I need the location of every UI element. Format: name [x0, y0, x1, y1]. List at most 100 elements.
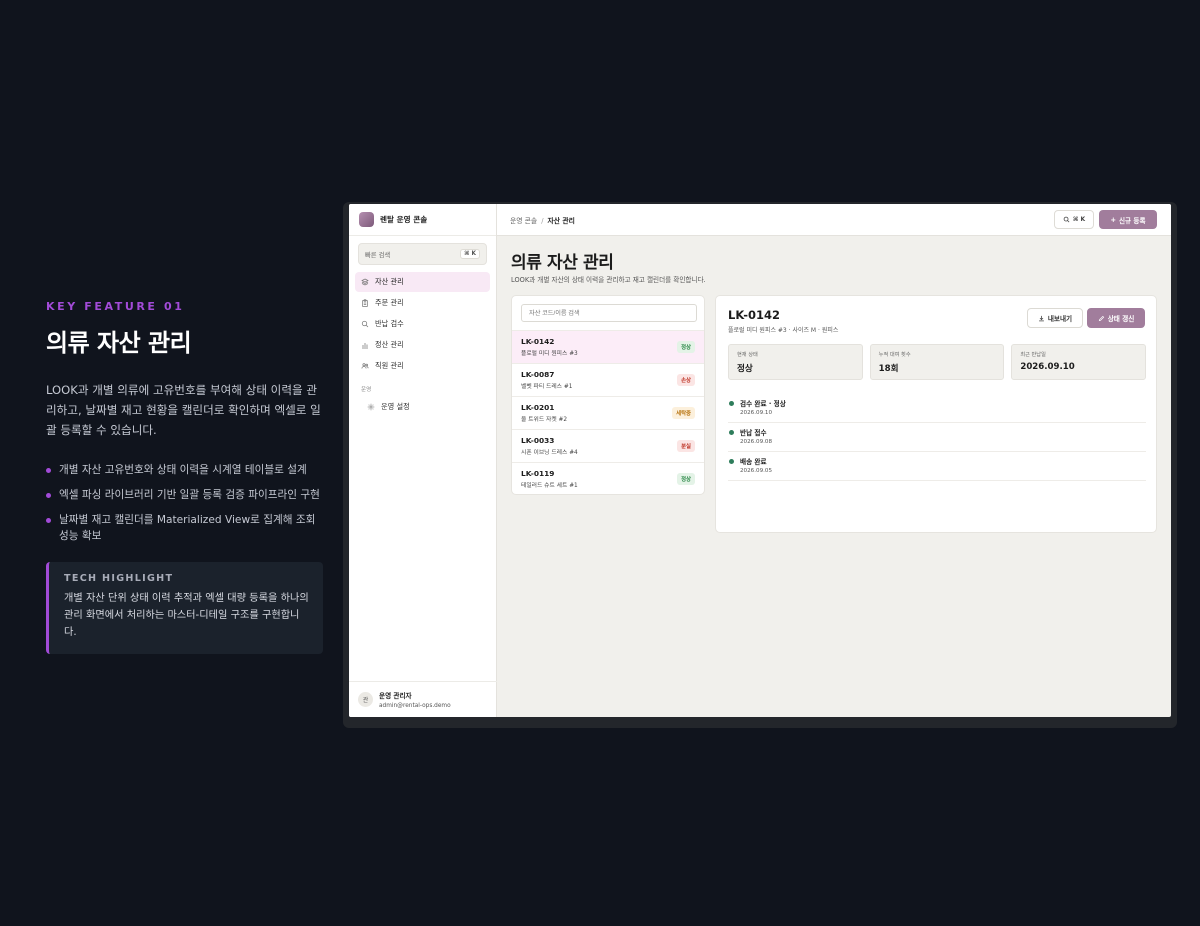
- clipboard-icon: [361, 299, 369, 307]
- status-update-button[interactable]: 상태 갱신: [1087, 308, 1145, 328]
- timeline-item: 배송 완료 2026.09.05: [728, 452, 1146, 481]
- breadcrumb-separator: /: [541, 217, 544, 225]
- sidebar-item-label: 반납 검수: [375, 319, 404, 328]
- sidebar-section-label: 운영: [361, 387, 372, 393]
- sidebar-item-assets[interactable]: 자산 관리: [355, 272, 490, 292]
- sidebar-item-staff[interactable]: 직원 관리: [355, 356, 490, 376]
- breadcrumb: 운영 콘솔 / 자산 관리: [510, 215, 575, 225]
- timeline-title: 검수 완료 · 정상: [740, 400, 786, 408]
- status-badge: 분실: [677, 440, 695, 452]
- export-label: 내보내기: [1047, 315, 1073, 323]
- feature-kicker: KEY FEATURE 01: [46, 300, 185, 313]
- list-item[interactable]: LK-0087 벨벳 파티 드레스 #1 손상: [512, 363, 704, 396]
- asset-detail: LK-0142 플로럴 미디 원피스 #3 · 사이즈 M · 원피스 내보내기…: [715, 295, 1157, 533]
- stat-value: 18회: [878, 364, 899, 374]
- status-update-label: 상태 갱신: [1107, 315, 1135, 323]
- list-item-text: LK-0033 시폰 이브닝 드레스 #4: [521, 436, 578, 456]
- list-item[interactable]: LK-0142 플로럴 미디 원피스 #3 정상: [512, 330, 704, 363]
- asset-id: LK-0142: [521, 337, 555, 346]
- list-item-text: LK-0142 플로럴 미디 원피스 #3: [521, 337, 578, 357]
- page-subtitle: LOOK과 개별 자산의 상태 이력을 관리하고 재고 캘린더를 확인합니다.: [511, 276, 706, 284]
- stat-label: 누적 대여 횟수: [878, 352, 911, 358]
- detail-subtitle: 플로럴 미디 원피스 #3 · 사이즈 M · 원피스: [728, 327, 839, 334]
- sidebar-nav: 자산 관리 주문 관리 반납 검수 정산 관리 직원 관리 운영 운영 설정: [349, 272, 496, 417]
- timeline-dot-icon: [729, 401, 734, 406]
- page-title: 의류 자산 관리: [511, 253, 614, 273]
- list-item[interactable]: LK-0033 시폰 이브닝 드레스 #4 분실: [512, 429, 704, 462]
- user-name: 운영 관리자: [379, 692, 412, 700]
- feature-description: LOOK과 개별 의류에 고유번호를 부여해 상태 이력을 관리하고, 날짜별 …: [46, 383, 321, 437]
- status-badge: 세탁중: [672, 407, 695, 419]
- status-badge: 정상: [677, 473, 695, 485]
- search-button[interactable]: ⌘ K: [1054, 210, 1094, 229]
- brand: 렌탈 운영 콘솔: [349, 204, 496, 236]
- sidebar-item-label: 직원 관리: [375, 361, 404, 370]
- feature-panel: KEY FEATURE 01 의류 자산 관리 LOOK과 개별 의류에 고유번…: [46, 300, 326, 654]
- feature-bullets: 개별 자산 고유번호와 상태 이력을 시계열 테이블로 설계 엑셀 파싱 라이브…: [46, 462, 326, 544]
- asset-rows: LK-0142 플로럴 미디 원피스 #3 정상 LK-0087 벨벳 파티 드…: [512, 330, 704, 494]
- search-icon: [1063, 216, 1070, 223]
- sidebar-item-settlement[interactable]: 정산 관리: [355, 335, 490, 355]
- timeline-date: 2026.09.08: [740, 439, 773, 445]
- asset-id: LK-0087: [521, 370, 555, 379]
- sidebar-item-settings[interactable]: 운영 설정: [355, 397, 490, 417]
- new-register-label: 신규 등록: [1118, 216, 1146, 225]
- sidebar-item-orders[interactable]: 주문 관리: [355, 293, 490, 313]
- detail-stats: 현재 상태 정상 누적 대여 횟수 18회 최근 반납일 2026.09.10: [728, 344, 1147, 380]
- quick-search-shortcut: ⌘ K: [460, 249, 480, 259]
- asset-search-input[interactable]: [521, 304, 697, 322]
- tech-highlight-description: 개별 자산 단위 상태 이력 추적과 엑셀 대량 등록을 하나의 관리 화면에서…: [64, 593, 309, 638]
- status-badge: 정상: [677, 341, 695, 353]
- sidebar-item-returns[interactable]: 반납 검수: [355, 314, 490, 334]
- asset-id: LK-0119: [521, 469, 555, 478]
- stat-current-status: 현재 상태 정상: [728, 344, 863, 380]
- timeline-date: 2026.09.05: [740, 468, 773, 474]
- pencil-icon: [1098, 315, 1104, 321]
- avatar: 관: [358, 692, 373, 707]
- app-window: 렌탈 운영 콘솔 빠른 검색 ⌘ K 자산 관리 주문 관리 반납 검수 정산 …: [349, 204, 1171, 717]
- timeline-item: 반납 접수 2026.09.08: [728, 423, 1146, 452]
- new-register-button[interactable]: + 신규 등록: [1099, 210, 1157, 229]
- list-item-text: LK-0201 울 트위드 자켓 #2: [521, 403, 567, 423]
- timeline-title: 배송 완료: [740, 458, 767, 466]
- brand-name: 렌탈 운영 콘솔: [380, 215, 428, 224]
- quick-search-label: 빠른 검색: [365, 251, 391, 259]
- timeline-dot-icon: [729, 430, 734, 435]
- user-profile[interactable]: 관 운영 관리자 admin@rental-ops.demo: [349, 681, 497, 717]
- asset-name: 플로럴 미디 원피스 #3: [521, 351, 578, 357]
- export-button[interactable]: 내보내기: [1027, 308, 1083, 328]
- quick-search[interactable]: 빠른 검색 ⌘ K: [358, 243, 487, 265]
- stat-value: 2026.09.10: [1020, 362, 1075, 372]
- search-icon: [361, 320, 369, 328]
- list-item-text: LK-0119 테일러드 슈트 세트 #1: [521, 469, 578, 489]
- breadcrumb-current: 자산 관리: [547, 217, 575, 225]
- bar-chart-icon: [361, 341, 369, 349]
- users-icon: [361, 362, 369, 370]
- brand-logo-icon: [359, 212, 374, 227]
- tech-highlight: TECH HIGHLIGHT 개별 자산 단위 상태 이력 추적과 엑셀 대량 …: [46, 562, 323, 654]
- list-item[interactable]: LK-0119 테일러드 슈트 세트 #1 정상: [512, 462, 704, 494]
- sidebar-item-label: 주문 관리: [375, 298, 404, 307]
- user-email: admin@rental-ops.demo: [379, 703, 451, 709]
- detail-asset-id: LK-0142: [728, 308, 781, 322]
- asset-id: LK-0033: [521, 436, 555, 445]
- stat-label: 현재 상태: [737, 352, 758, 358]
- feature-bullet: 개별 자산 고유번호와 상태 이력을 시계열 테이블로 설계: [46, 462, 326, 478]
- status-timeline: 검수 완료 · 정상 2026.09.10 반납 접수 2026.09.08 배…: [728, 394, 1146, 481]
- sidebar-item-label: 자산 관리: [375, 277, 404, 286]
- timeline-dot-icon: [729, 459, 734, 464]
- feature-bullet: 엑셀 파싱 라이브러리 기반 일괄 등록 검증 파이프라인 구현: [46, 487, 326, 503]
- breadcrumb-root[interactable]: 운영 콘솔: [510, 217, 537, 225]
- timeline-item: 검수 완료 · 정상 2026.09.10: [728, 394, 1146, 423]
- stat-last-return: 최근 반납일 2026.09.10: [1011, 344, 1147, 380]
- asset-name: 벨벳 파티 드레스 #1: [521, 384, 573, 390]
- asset-name: 테일러드 슈트 세트 #1: [521, 483, 578, 489]
- download-icon: [1038, 315, 1044, 321]
- list-item[interactable]: LK-0201 울 트위드 자켓 #2 세탁중: [512, 396, 704, 429]
- layers-icon: [361, 278, 369, 286]
- asset-name: 시폰 이브닝 드레스 #4: [521, 450, 578, 456]
- stat-label: 최근 반납일: [1020, 352, 1046, 358]
- asset-list: LK-0142 플로럴 미디 원피스 #3 정상 LK-0087 벨벳 파티 드…: [511, 295, 705, 495]
- sidebar: 렌탈 운영 콘솔 빠른 검색 ⌘ K 자산 관리 주문 관리 반납 검수 정산 …: [349, 204, 497, 717]
- timeline-date: 2026.09.10: [740, 410, 773, 416]
